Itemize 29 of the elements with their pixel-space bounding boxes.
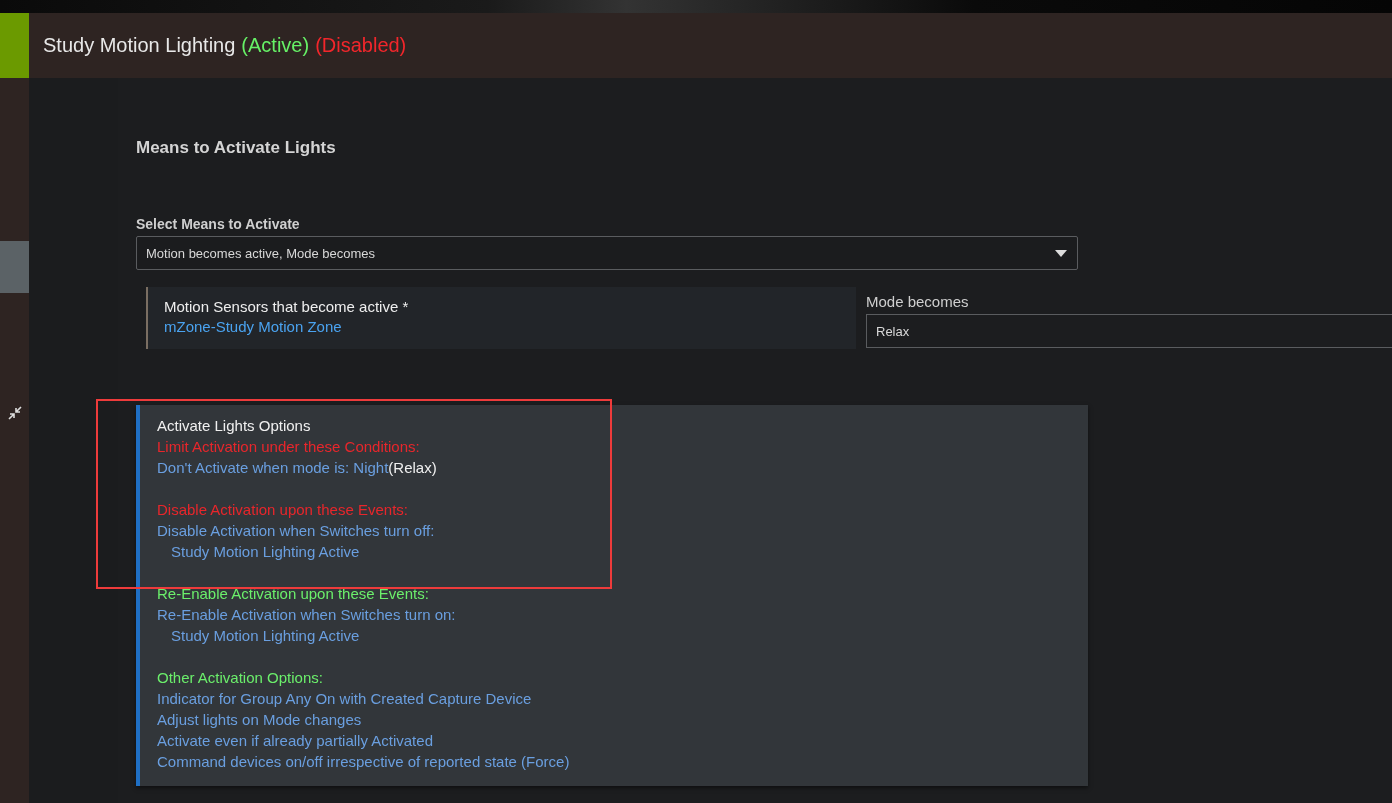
option-line[interactable]: Disable Activation when Switches turn off:: [157, 520, 1088, 541]
option-line[interactable]: Don't Activate when mode is: Night(Relax): [157, 457, 1088, 478]
card-title: Activate Lights Options: [157, 416, 312, 436]
caret-icon: [1055, 249, 1067, 257]
current-mode: (Relax): [388, 459, 437, 476]
app-name: Study Motion Lighting: [43, 34, 236, 57]
option-line[interactable]: Indicator for Group Any On with Created Capture Device: [157, 688, 1088, 709]
active-status: (Active): [241, 34, 310, 57]
option-line[interactable]: Command devices on/off irrespective of reported state (Force): [157, 751, 1088, 772]
field-label: Select Means to Activate: [136, 216, 301, 232]
field-label: Mode becomes: [866, 293, 970, 310]
option-heading: Limit Activation under these Conditions:: [157, 437, 421, 457]
option-line[interactable]: Study Motion Lighting Active: [157, 541, 1088, 562]
option-heading: Re-Enable Activation upon these Events:: [157, 584, 430, 604]
means-select[interactable]: Motion becomes active, Mode becomes: [136, 236, 1078, 270]
option-heading: Other Activation Options:: [157, 668, 324, 688]
option-heading: Disable Activation upon these Events:: [157, 500, 409, 520]
menu-block[interactable]: [0, 13, 29, 78]
option-line[interactable]: Activate even if already partially Activated: [157, 730, 1088, 751]
collapse-icon[interactable]: [7, 406, 22, 420]
sensor-label: Motion Sensors that become active *: [164, 298, 410, 315]
mode-field[interactable]: Relax: [866, 314, 1392, 348]
option-line[interactable]: Re-Enable Activation when Switches turn on:: [157, 604, 1088, 625]
sidebar-block[interactable]: [0, 241, 29, 293]
disabled-status: (Disabled): [315, 34, 407, 57]
option-line[interactable]: Study Motion Lighting Active: [157, 625, 1088, 646]
section-title: Means to Activate Lights: [136, 138, 337, 158]
sensor-link[interactable]: mZone-Study Motion Zone: [164, 318, 840, 335]
option-line[interactable]: Adjust lights on Mode changes: [157, 709, 1088, 730]
